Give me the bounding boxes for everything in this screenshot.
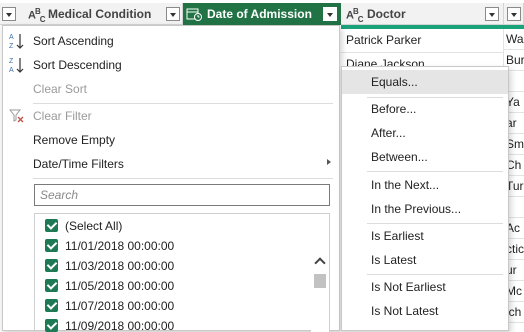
menu-separator	[367, 171, 503, 172]
menu-item-label: Clear Filter	[33, 109, 92, 123]
column-title: Medical Condition	[48, 7, 152, 21]
list-item-label: 11/03/2018 00:00:00	[65, 259, 175, 273]
before-item[interactable]: Before...	[342, 97, 508, 121]
chevron-right-icon	[327, 159, 331, 165]
menu-item-label: Equals...	[371, 75, 418, 89]
search-field[interactable]	[34, 184, 330, 206]
menu-item-label: In the Previous...	[371, 202, 462, 216]
list-item[interactable]: 11/01/2018 00:00:00	[35, 236, 313, 256]
between-item[interactable]: Between...	[342, 145, 508, 169]
list-scrollbar[interactable]	[311, 214, 329, 332]
checkbox[interactable]	[45, 279, 58, 292]
filter-dropdown-button[interactable]	[2, 7, 16, 21]
menu-item-label: Between...	[371, 150, 428, 164]
sort-descending-icon: ZA	[9, 56, 25, 74]
sort-descending-item[interactable]: ZA Sort Descending	[3, 53, 339, 77]
column-header-next[interactable]	[504, 3, 524, 25]
remove-empty-item[interactable]: Remove Empty	[3, 128, 339, 152]
menu-item-label: Clear Sort	[33, 82, 88, 96]
is-not-latest-item[interactable]: Is Not Latest	[342, 299, 508, 323]
menu-item-label: Sort Descending	[33, 58, 122, 72]
list-item-label: (Select All)	[65, 219, 123, 233]
next-column-cell[interactable]: Wa	[504, 29, 524, 50]
menu-separator	[33, 178, 333, 179]
checkbox[interactable]	[45, 319, 58, 332]
column-title: Doctor	[367, 7, 406, 21]
menu-item-label: Is Not Earliest	[371, 280, 446, 294]
sort-ascending-item[interactable]: AZ Sort Ascending	[3, 29, 339, 53]
column-filter-menu: AZ Sort Ascending ZA Sort Descending Cle…	[2, 25, 340, 332]
list-item[interactable]: 11/05/2018 00:00:00	[35, 276, 313, 296]
checkbox[interactable]	[45, 219, 58, 232]
is-earliest-item[interactable]: Is Earliest	[342, 224, 508, 248]
date-type-icon[interactable]	[186, 7, 202, 21]
column-header-date-of-admission[interactable]: Date of Admission	[183, 3, 341, 25]
list-item[interactable]: 11/03/2018 00:00:00	[35, 256, 313, 276]
checkbox[interactable]	[45, 259, 58, 272]
list-item[interactable]: 11/09/2018 00:00:00	[35, 316, 313, 332]
menu-item-label: Date/Time Filters	[33, 157, 124, 171]
svg-text:A: A	[9, 34, 14, 41]
sort-ascending-icon: AZ	[9, 32, 25, 50]
text-type-icon[interactable]: ABC	[28, 7, 45, 24]
in-the-previous-item[interactable]: In the Previous...	[342, 197, 508, 221]
menu-item-label: Is Earliest	[371, 229, 424, 243]
menu-item-label: Before...	[371, 102, 417, 116]
filter-dropdown-button[interactable]	[166, 7, 180, 21]
value-list: (Select All) 11/01/2018 00:00:00 11/03/2…	[34, 213, 330, 332]
scroll-thumb[interactable]	[314, 274, 326, 288]
is-not-earliest-item[interactable]: Is Not Earliest	[342, 275, 508, 299]
is-latest-item[interactable]: Is Latest	[342, 248, 508, 272]
list-item-label: 11/09/2018 00:00:00	[65, 319, 175, 332]
column-title: Date of Admission	[207, 7, 312, 21]
menu-item-label: Remove Empty	[33, 133, 116, 147]
list-item-label: 11/01/2018 00:00:00	[65, 239, 175, 253]
menu-item-label: Sort Ascending	[33, 34, 114, 48]
after-item[interactable]: After...	[342, 121, 508, 145]
menu-item-label: Is Not Latest	[371, 304, 439, 318]
list-item-label: 11/05/2018 00:00:00	[65, 279, 175, 293]
column-header-medical-condition[interactable]: ABC Medical Condition	[0, 3, 183, 25]
scroll-up-icon[interactable]	[315, 256, 325, 266]
filter-dropdown-button[interactable]	[485, 7, 499, 21]
clear-filter-icon	[8, 107, 25, 125]
datetime-filters-item[interactable]: Date/Time Filters	[3, 152, 339, 176]
svg-text:A: A	[9, 67, 14, 74]
filter-dropdown-button[interactable]	[507, 7, 521, 21]
equals-item[interactable]: Equals...	[342, 70, 508, 94]
list-item[interactable]: 11/07/2018 00:00:00	[35, 296, 313, 316]
search-input[interactable]	[35, 185, 329, 205]
doctor-cell[interactable]: Patrick Parker	[341, 29, 504, 53]
clear-sort-item[interactable]: Clear Sort	[3, 77, 339, 101]
in-the-next-item[interactable]: In the Next...	[342, 173, 508, 197]
checkbox[interactable]	[45, 299, 58, 312]
svg-text:Z: Z	[9, 43, 14, 50]
text-type-icon[interactable]: ABC	[346, 7, 363, 24]
list-item-select-all[interactable]: (Select All)	[35, 216, 313, 236]
clear-filter-item[interactable]: Clear Filter	[3, 104, 339, 128]
filter-dropdown-button[interactable]	[323, 7, 337, 21]
checkbox[interactable]	[45, 239, 58, 252]
svg-text:Z: Z	[9, 58, 14, 65]
datetime-filters-submenu: Equals... Before... After... Between... …	[341, 66, 509, 331]
column-header-doctor[interactable]: ABC Doctor	[341, 3, 504, 25]
menu-item-label: In the Next...	[371, 178, 440, 192]
menu-item-label: After...	[371, 126, 406, 140]
list-item-label: 11/07/2018 00:00:00	[65, 299, 175, 313]
menu-item-label: Is Latest	[371, 253, 417, 267]
